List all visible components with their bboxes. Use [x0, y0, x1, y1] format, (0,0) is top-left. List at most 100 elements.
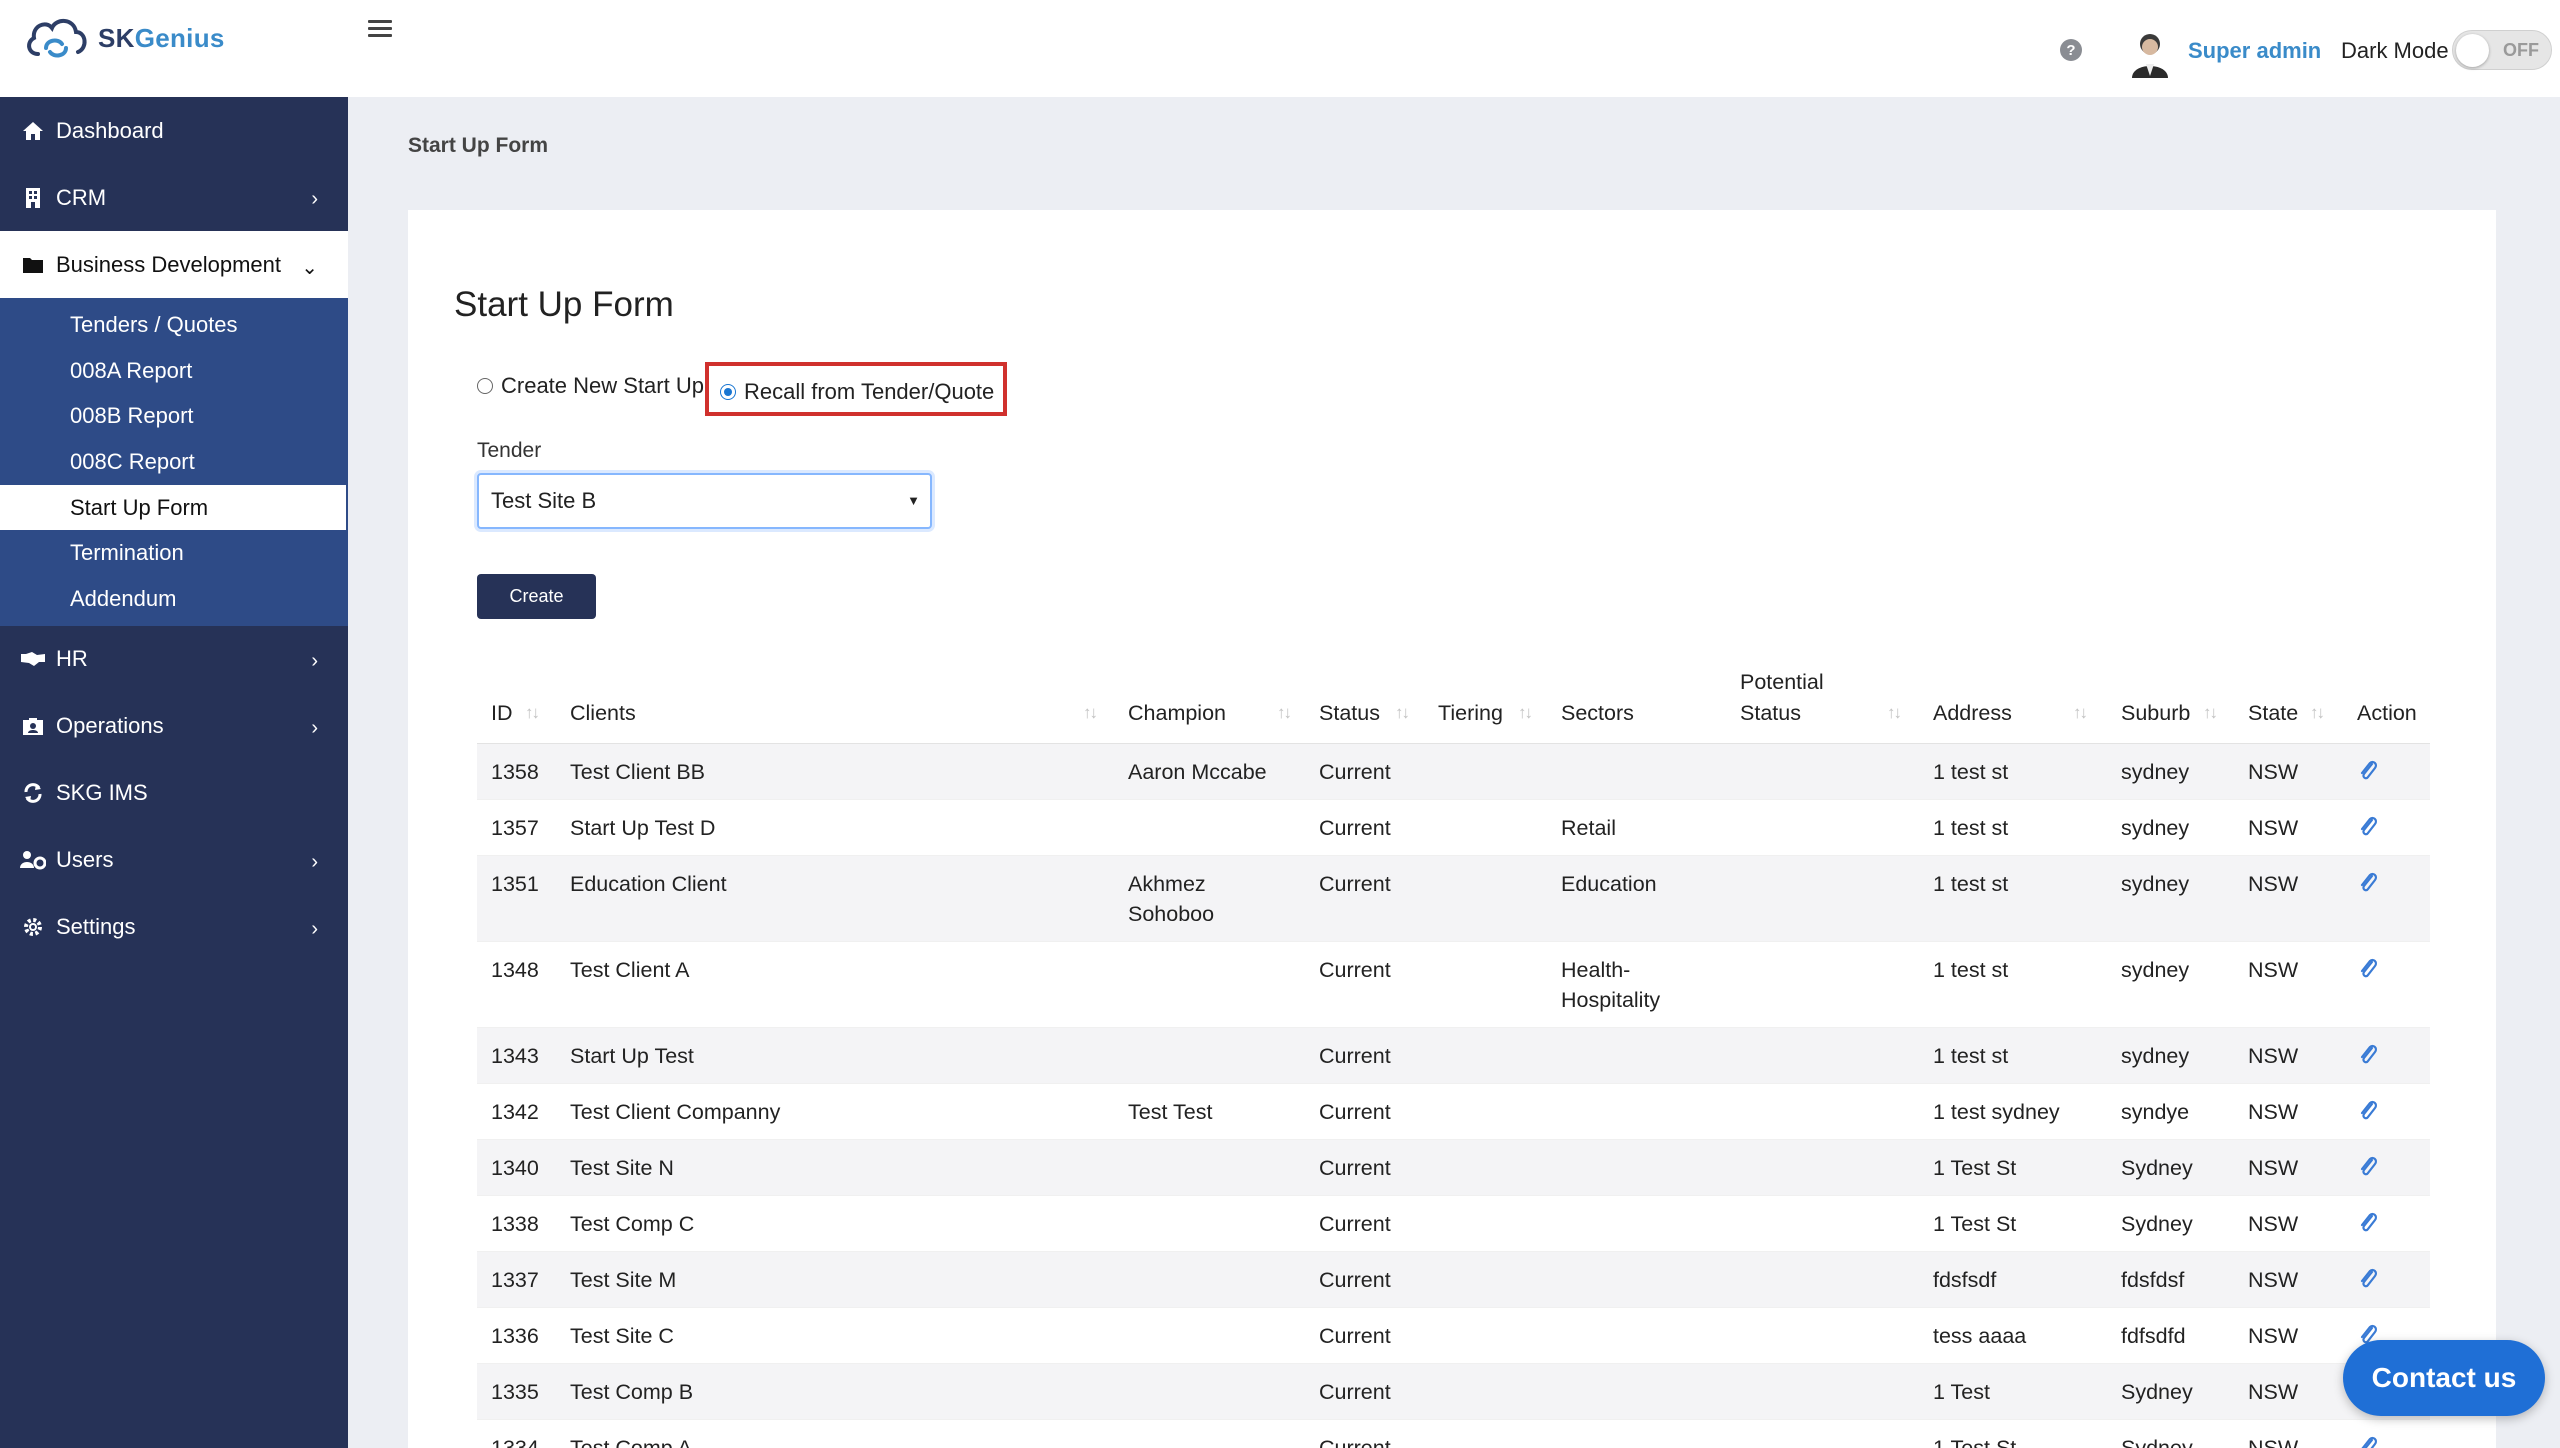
sidebar-item-label: Business Development	[56, 251, 282, 277]
sort-icon[interactable]: ↑↓	[1395, 703, 1410, 723]
cell-address: tess aaaa	[1933, 1324, 2027, 1348]
sort-icon[interactable]: ↑↓	[1887, 703, 1902, 723]
cell-sector: Retail	[1561, 816, 1616, 840]
paperclip-icon[interactable]	[2357, 1434, 2379, 1448]
table-body: 1358 Test Client BB Aaron Mccabe Current 1 t…	[477, 744, 2430, 1448]
table-row[interactable]: 1334 Test Comp A Current 1 Test St Sydney NSW	[477, 1420, 2430, 1448]
table-row[interactable]: 1336 Test Site C Current tess aaaa fdfsdfd NS…	[477, 1308, 2430, 1364]
submenu-item-tenders-quotes[interactable]: Tenders / Quotes	[0, 302, 348, 348]
cell-id: 1335	[491, 1380, 539, 1404]
radio-circle-checked[interactable]	[720, 384, 736, 400]
gear-icon	[20, 916, 46, 938]
submenu-item-008c-report[interactable]: 008C Report	[0, 439, 348, 485]
paperclip-icon[interactable]	[2357, 870, 2379, 896]
radio-circle[interactable]	[477, 378, 493, 394]
sort-icon[interactable]: ↑↓	[525, 703, 540, 723]
cell-address: 1 Test St	[1933, 1436, 2017, 1448]
sort-icon[interactable]: ↑↓	[2310, 703, 2325, 723]
sidebar-item-label: HR	[56, 646, 88, 672]
sort-icon[interactable]: ↑↓	[1518, 703, 1533, 723]
cell-champion-line2: Sohoboo	[1128, 902, 1215, 926]
paperclip-icon[interactable]	[2357, 1098, 2379, 1124]
paperclip-icon[interactable]	[2357, 1210, 2379, 1236]
table-row[interactable]: 1358 Test Client BB Aaron Mccabe Current 1 t…	[477, 744, 2430, 800]
radio-create-new-start-up[interactable]: Create New Start Up	[477, 373, 704, 399]
table-row[interactable]: 1340 Test Site N Current 1 Test St Sydney NSW	[477, 1140, 2430, 1196]
sort-icon[interactable]: ↑↓	[2073, 703, 2088, 723]
th-potential-status-line1[interactable]: Potential	[1740, 667, 1824, 698]
submenu-item-addendum[interactable]: Addendum	[0, 576, 348, 622]
submenu-item-termination[interactable]: Termination	[0, 530, 348, 576]
th-status[interactable]: Status	[1319, 698, 1380, 729]
th-tiering[interactable]: Tiering	[1438, 698, 1503, 729]
tender-select[interactable]: Test Site B ▼	[477, 473, 932, 529]
cell-champion: Aaron Mccabe	[1128, 760, 1267, 784]
th-address[interactable]: Address	[1933, 698, 2012, 729]
th-sectors[interactable]: Sectors	[1561, 698, 1634, 729]
table-row[interactable]: 1338 Test Comp C Current 1 Test St Sydney NSW	[477, 1196, 2430, 1252]
menu-toggle-icon[interactable]	[368, 17, 392, 41]
question-circle-icon[interactable]: ?	[2060, 39, 2082, 61]
radio-recall-from-tender[interactable]: Recall from Tender/Quote	[720, 379, 994, 406]
radio-option[interactable]: Recall from Tender/Quote	[720, 379, 994, 405]
sidebar-item-operations[interactable]: Operations ›	[0, 693, 348, 760]
sidebar-item-crm[interactable]: CRM ›	[0, 164, 348, 231]
submenu-item-008b-report[interactable]: 008B Report	[0, 393, 348, 439]
cell-client: Education Client	[570, 872, 727, 896]
user-name[interactable]: Super admin	[2188, 38, 2321, 64]
avatar[interactable]	[2128, 30, 2170, 78]
paperclip-icon[interactable]	[2357, 956, 2379, 982]
cell-id: 1340	[491, 1156, 539, 1180]
sidebar-item-dashboard[interactable]: Dashboard	[0, 97, 348, 164]
radio-option[interactable]: Create New Start Up	[477, 373, 704, 399]
th-clients[interactable]: Clients	[570, 698, 636, 729]
table-row[interactable]: 1343 Start Up Test Current 1 test st sydney N…	[477, 1028, 2430, 1084]
cell-status: Current	[1319, 1324, 1391, 1348]
cell-client: Start Up Test	[570, 1044, 694, 1068]
sidebar-item-label: SKG IMS	[56, 780, 148, 806]
cell-state: NSW	[2248, 1156, 2299, 1180]
brand-logo[interactable]: SKGenius	[24, 8, 225, 68]
dark-mode-label: Dark Mode	[2341, 38, 2449, 63]
sort-icon[interactable]: ↑↓	[1277, 703, 1292, 723]
sidebar-item-settings[interactable]: Settings ›	[0, 894, 348, 961]
th-potential-status-line2[interactable]: Status	[1740, 698, 1801, 729]
table-row[interactable]: 1357 Start Up Test D Current Retail 1 test s…	[477, 800, 2430, 856]
sort-icon[interactable]: ↑↓	[2203, 703, 2218, 723]
table-row[interactable]: 1342 Test Client Companny Test Test Current…	[477, 1084, 2430, 1140]
sidebar-item-label: Dashboard	[56, 117, 164, 143]
th-state[interactable]: State	[2248, 698, 2298, 729]
home-icon	[20, 120, 46, 142]
th-id[interactable]: ID	[491, 698, 513, 729]
table-row[interactable]: 1337 Test Site M Current fdsfsdf fdsfdsf NSW	[477, 1252, 2430, 1308]
paperclip-icon[interactable]	[2357, 1154, 2379, 1180]
contact-us-button[interactable]: Contact us	[2343, 1340, 2545, 1416]
dark-mode-toggle[interactable]: OFF	[2452, 30, 2552, 70]
folder-icon	[20, 254, 46, 276]
submenu-item-008a-report[interactable]: 008A Report	[0, 348, 348, 394]
cell-address: 1 test st	[1933, 760, 2009, 784]
create-button[interactable]: Create	[477, 574, 596, 619]
sidebar-item-label: Operations	[56, 713, 164, 739]
paperclip-icon[interactable]	[2357, 758, 2379, 784]
sidebar-item-skg-ims[interactable]: SKG IMS	[0, 760, 348, 827]
table-row[interactable]: 1351 Education Client Akhmez Current Educati…	[477, 856, 2430, 942]
table-row[interactable]: 1335 Test Comp B Current 1 Test Sydney NSW	[477, 1364, 2430, 1420]
paperclip-icon[interactable]	[2357, 1042, 2379, 1068]
sidebar-item-hr[interactable]: HR ›	[0, 626, 348, 693]
th-champion[interactable]: Champion	[1128, 698, 1226, 729]
paperclip-icon[interactable]	[2357, 1266, 2379, 1292]
cell-client: Test Comp C	[570, 1212, 695, 1236]
sort-icon[interactable]: ↑↓	[1083, 703, 1098, 723]
sidebar-item-users[interactable]: Users ›	[0, 827, 348, 894]
paperclip-icon[interactable]	[2357, 814, 2379, 840]
cell-state: NSW	[2248, 958, 2299, 982]
tender-select-value: Test Site B	[491, 488, 597, 513]
breadcrumb: Start Up Form	[408, 134, 549, 157]
table-row[interactable]: 1348 Test Client A Current Health- 1 test st…	[477, 942, 2430, 1028]
submenu-item-start-up-form[interactable]: Start Up Form	[0, 484, 346, 531]
cell-address: 1 test sydney	[1933, 1100, 2060, 1124]
sidebar-item-business-development[interactable]: Business Development ⌄	[0, 231, 348, 298]
th-suburb[interactable]: Suburb	[2121, 698, 2190, 729]
cell-status: Current	[1319, 872, 1391, 896]
